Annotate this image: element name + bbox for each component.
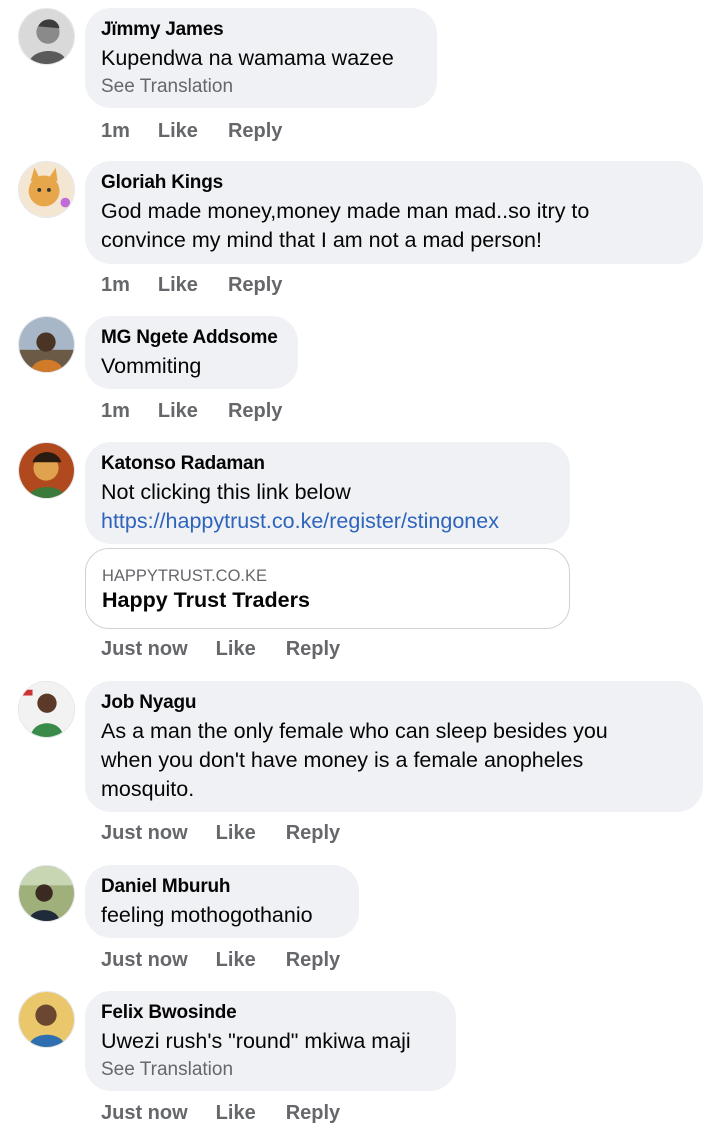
comment-author[interactable]: MG Ngete Addsome	[101, 326, 282, 350]
like-button[interactable]: Like	[158, 120, 198, 143]
comment-text: Kupendwa na wamama wazee	[101, 46, 394, 70]
like-button[interactable]: Like	[216, 822, 256, 845]
comment-text-line: God made money,money made man mad..so it…	[101, 199, 590, 223]
comment-timestamp: Just now	[101, 638, 188, 660]
reply-button[interactable]: Reply	[286, 1102, 340, 1125]
comment-text-line: when you don't have money is a female an…	[101, 748, 584, 772]
like-button[interactable]: Like	[158, 400, 198, 423]
like-button[interactable]: Like	[216, 949, 256, 972]
profile-photo-man-icon	[19, 9, 74, 64]
avatar[interactable]	[18, 991, 75, 1048]
profile-photo-cat-icon	[19, 162, 74, 217]
comment-actions: Just now Like Reply	[101, 822, 340, 845]
comment-timestamp: 1m	[101, 120, 130, 142]
comment-text: feeling mothogothanio	[101, 903, 313, 927]
comment-timestamp: 1m	[101, 274, 130, 296]
profile-photo-man-icon	[19, 317, 74, 372]
comment-bubble: Katonso Radaman Not clicking this link b…	[85, 442, 570, 544]
see-translation-link[interactable]: See Translation	[101, 1056, 440, 1084]
comment-timestamp: 1m	[101, 400, 130, 422]
link-preview-domain: HAPPYTRUST.CO.KE	[102, 567, 268, 585]
avatar[interactable]	[18, 316, 75, 373]
comment-text-line: convince my mind that I am not a mad per…	[101, 228, 542, 252]
reply-button[interactable]: Reply	[286, 638, 340, 661]
comment-timestamp: Just now	[101, 949, 188, 971]
comment-actions: Just now Like Reply	[101, 1102, 340, 1125]
see-translation-link[interactable]: See Translation	[101, 73, 421, 101]
comment-text: Vommiting	[101, 354, 202, 378]
comment-text: Uwezi rush's "round" mkiwa maji	[101, 1029, 411, 1053]
comment-text-line: mosquito.	[101, 777, 195, 801]
link-preview-title: Happy Trust Traders	[102, 588, 310, 612]
avatar[interactable]	[18, 161, 75, 218]
reply-button[interactable]: Reply	[228, 400, 282, 423]
comment-timestamp: Just now	[101, 1102, 188, 1124]
profile-photo-cartoon-icon	[19, 443, 74, 498]
avatar[interactable]	[18, 865, 75, 922]
comment-author[interactable]: Katonso Radaman	[101, 452, 554, 476]
comment-author[interactable]: Jïmmy James	[101, 18, 421, 42]
like-button[interactable]: Like	[158, 274, 198, 297]
profile-photo-man-icon	[19, 992, 74, 1047]
comment-actions: 1m Like Reply	[101, 274, 282, 297]
comment-bubble: Jïmmy James Kupendwa na wamama wazee See…	[85, 8, 437, 108]
profile-photo-man-icon	[19, 866, 74, 921]
reply-button[interactable]: Reply	[228, 274, 282, 297]
profile-photo-man-icon	[19, 682, 74, 737]
comment-bubble: Daniel Mburuh feeling mothogothanio	[85, 865, 359, 938]
comment-author[interactable]: Gloriah Kings	[101, 171, 687, 195]
comment-author[interactable]: Felix Bwosinde	[101, 1001, 440, 1025]
comment-actions: Just now Like Reply	[101, 638, 340, 661]
comment-bubble: Gloriah Kings God made money,money made …	[85, 161, 703, 264]
comment-bubble: MG Ngete Addsome Vommiting	[85, 316, 298, 389]
comment-author[interactable]: Daniel Mburuh	[101, 875, 343, 899]
like-button[interactable]: Like	[216, 638, 256, 661]
comment-actions: 1m Like Reply	[101, 120, 282, 143]
comment-bubble: Felix Bwosinde Uwezi rush's "round" mkiw…	[85, 991, 456, 1091]
comment-text: Not clicking this link below	[101, 480, 351, 504]
comment-actions: Just now Like Reply	[101, 949, 340, 972]
comment-bubble: Job Nyagu As a man the only female who c…	[85, 681, 703, 812]
comment-author[interactable]: Job Nyagu	[101, 691, 687, 715]
comment-text-line: As a man the only female who can sleep b…	[101, 719, 608, 743]
reply-button[interactable]: Reply	[228, 120, 282, 143]
reply-button[interactable]: Reply	[286, 949, 340, 972]
avatar[interactable]	[18, 681, 75, 738]
like-button[interactable]: Like	[216, 1102, 256, 1125]
avatar[interactable]	[18, 442, 75, 499]
comment-link[interactable]: https://happytrust.co.ke/register/stingo…	[101, 507, 554, 536]
comment-timestamp: Just now	[101, 822, 188, 844]
comment-actions: 1m Like Reply	[101, 400, 282, 423]
avatar[interactable]	[18, 8, 75, 65]
reply-button[interactable]: Reply	[286, 822, 340, 845]
link-preview-card[interactable]: HAPPYTRUST.CO.KE Happy Trust Traders	[85, 548, 570, 629]
